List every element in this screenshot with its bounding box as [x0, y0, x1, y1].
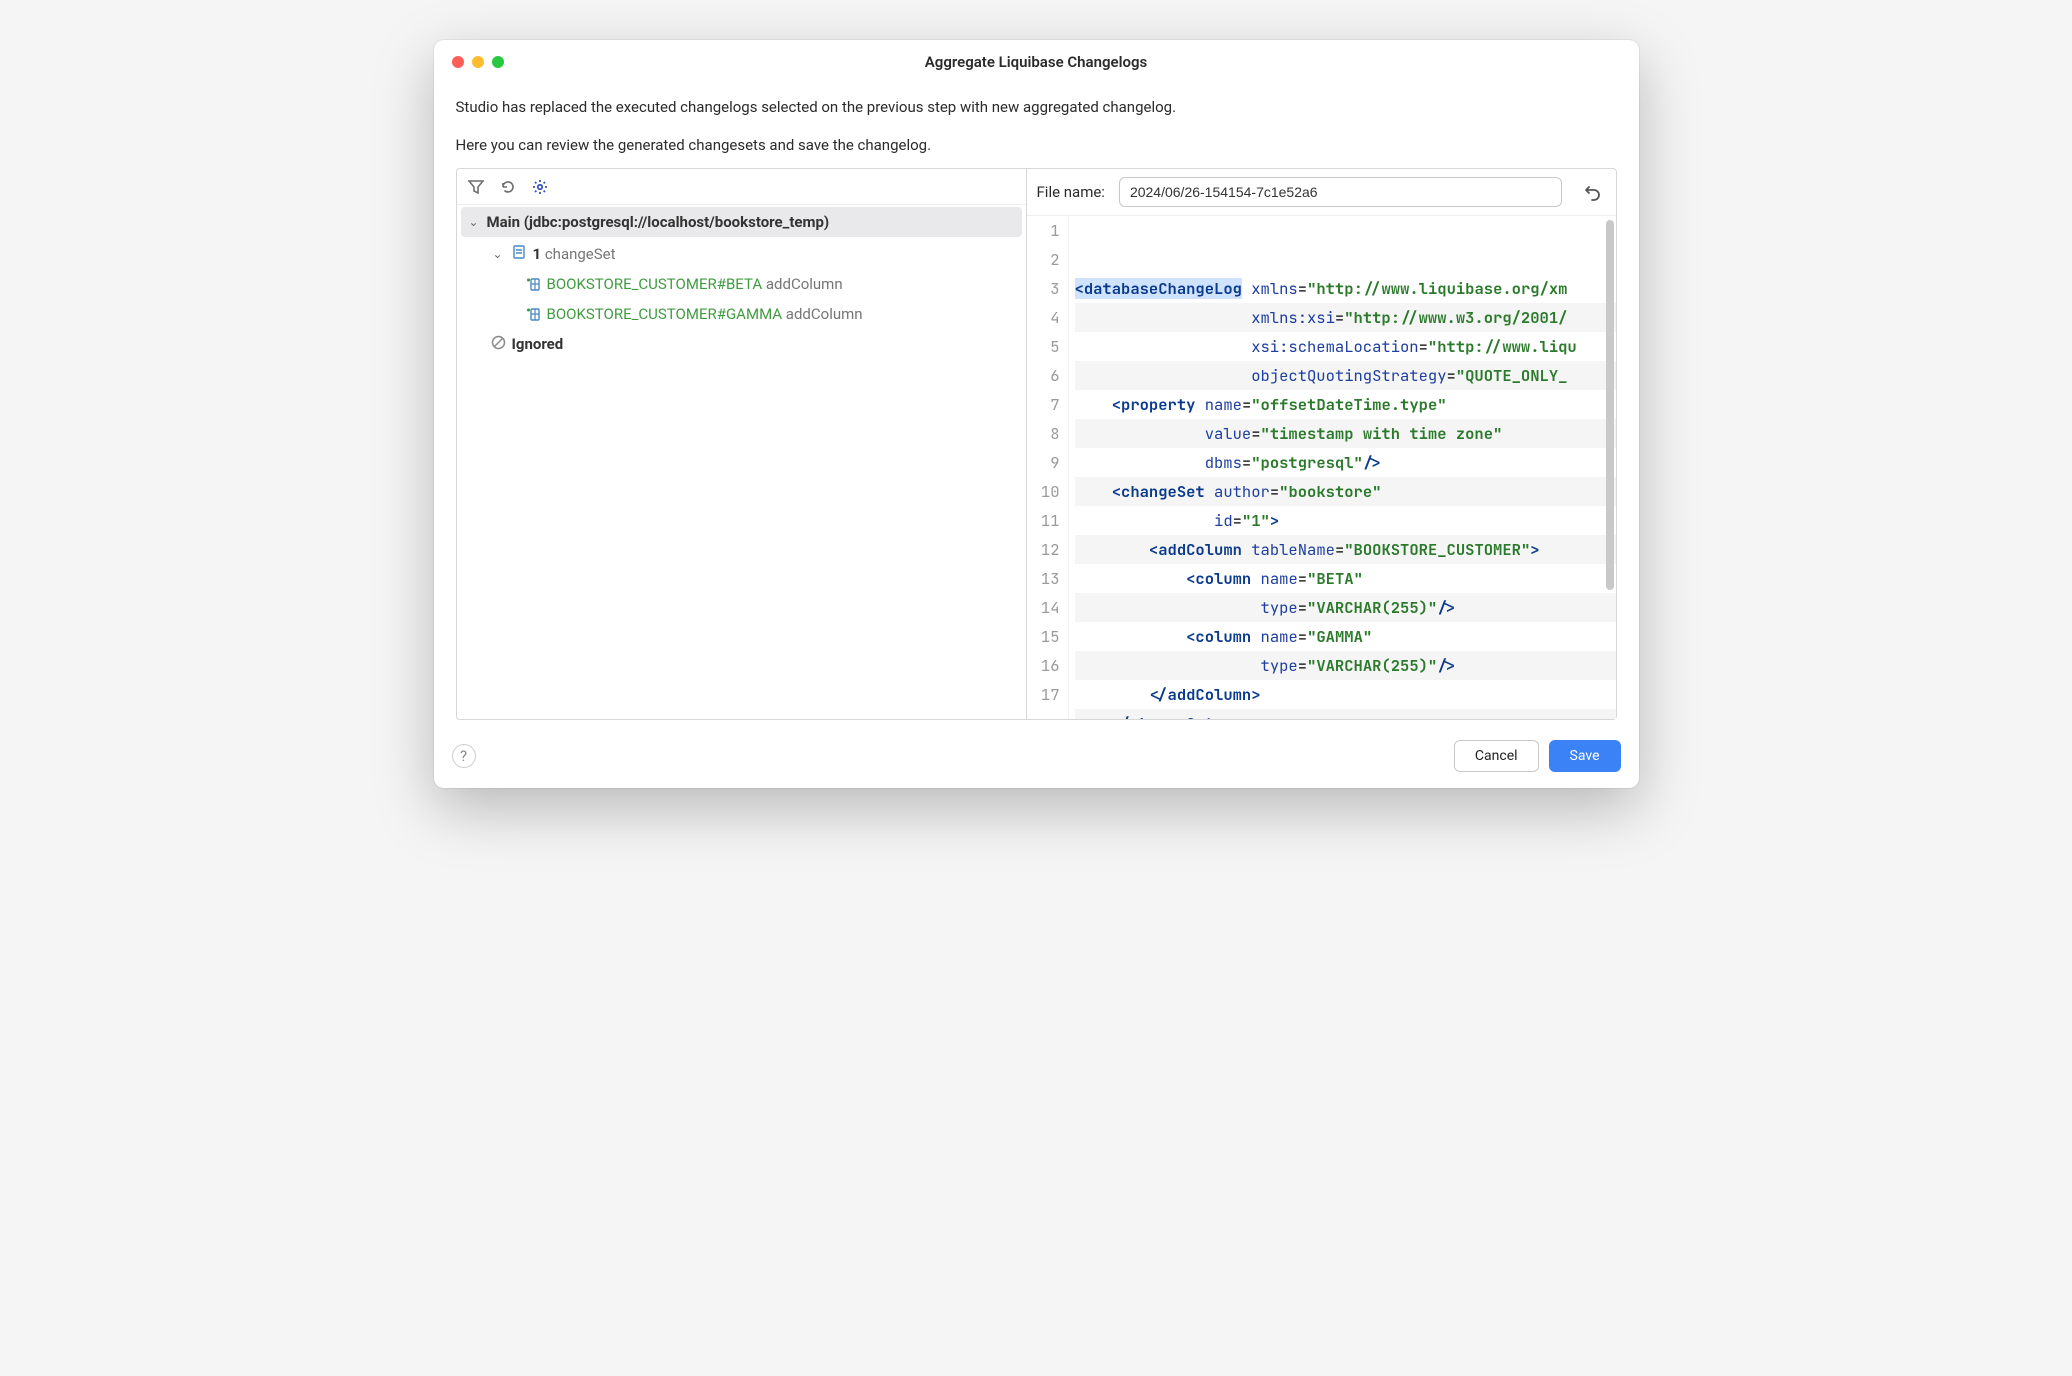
- code-line[interactable]: </changeSet>: [1075, 709, 1616, 719]
- dialog-window: Aggregate Liquibase Changelogs Studio ha…: [434, 40, 1639, 788]
- code-line[interactable]: type="VARCHAR(255)"/>: [1075, 593, 1616, 622]
- cancel-button[interactable]: Cancel: [1454, 740, 1539, 772]
- filter-icon[interactable]: [467, 178, 485, 196]
- tree-toolbar: [457, 169, 1026, 205]
- code-line[interactable]: </addColumn>: [1075, 680, 1616, 709]
- refresh-icon[interactable]: [499, 178, 517, 196]
- code-line[interactable]: dbms="postgresql"/>: [1075, 448, 1616, 477]
- titlebar: Aggregate Liquibase Changelogs: [434, 40, 1639, 84]
- minimize-icon[interactable]: [472, 56, 484, 68]
- code-area[interactable]: <databaseChangeLog xmlns="http://www.liq…: [1069, 216, 1616, 719]
- vertical-scrollbar[interactable]: [1606, 220, 1614, 590]
- add-column-icon: [525, 276, 541, 292]
- line-number: 6: [1027, 361, 1060, 390]
- line-number: 3: [1027, 274, 1060, 303]
- add-column-icon: [525, 306, 541, 322]
- ignored-icon: [491, 335, 506, 354]
- chevron-down-icon[interactable]: ⌄: [467, 215, 481, 229]
- ignored-label: Ignored: [512, 335, 564, 353]
- line-number: 14: [1027, 593, 1060, 622]
- document-icon: [511, 244, 527, 264]
- tree-changeset[interactable]: ⌄ 1 changeSet: [457, 239, 1026, 269]
- help-icon[interactable]: ?: [452, 744, 476, 768]
- code-line[interactable]: type="VARCHAR(255)"/>: [1075, 651, 1616, 680]
- code-line[interactable]: xmlns:xsi="http://www.w3.org/2001/: [1075, 303, 1616, 332]
- tree-ignored[interactable]: Ignored: [457, 329, 1026, 359]
- code-line[interactable]: <property name="offsetDateTime.type": [1075, 390, 1616, 419]
- line-number: 12: [1027, 535, 1060, 564]
- zoom-icon[interactable]: [492, 56, 504, 68]
- line-number: 1: [1027, 216, 1060, 245]
- line-number: 4: [1027, 303, 1060, 332]
- intro-line-1: Studio has replaced the executed changel…: [456, 98, 1617, 116]
- close-icon[interactable]: [452, 56, 464, 68]
- line-number: 13: [1027, 564, 1060, 593]
- tree-item-label: BOOKSTORE_CUSTOMER#GAMMA addColumn: [547, 305, 863, 323]
- chevron-down-icon[interactable]: ⌄: [491, 247, 505, 261]
- changeset-tree[interactable]: ⌄ Main (jdbc:postgresql://localhost/book…: [457, 205, 1026, 719]
- undo-icon[interactable]: [1576, 178, 1606, 206]
- code-line[interactable]: <column name="GAMMA": [1075, 622, 1616, 651]
- file-name-row: File name:: [1027, 169, 1616, 216]
- code-line[interactable]: objectQuotingStrategy="QUOTE_ONLY_: [1075, 361, 1616, 390]
- editor-pane: File name: 1234567891011121314151617 <da…: [1027, 169, 1616, 719]
- code-line[interactable]: <column name="BETA": [1075, 564, 1616, 593]
- intro-line-2: Here you can review the generated change…: [456, 136, 1617, 154]
- code-line[interactable]: value="timestamp with time zone": [1075, 419, 1616, 448]
- file-name-label: File name:: [1037, 183, 1105, 201]
- dialog-footer: ? Cancel Save: [434, 728, 1639, 788]
- line-number: 15: [1027, 622, 1060, 651]
- line-number: 17: [1027, 680, 1060, 709]
- code-line[interactable]: id="1">: [1075, 506, 1616, 535]
- code-line[interactable]: <databaseChangeLog xmlns="http://www.liq…: [1075, 274, 1616, 303]
- content-split: ⌄ Main (jdbc:postgresql://localhost/book…: [456, 168, 1617, 720]
- line-gutter: 1234567891011121314151617: [1027, 216, 1069, 719]
- line-number: 8: [1027, 419, 1060, 448]
- tree-item-label: BOOKSTORE_CUSTOMER#BETA addColumn: [547, 275, 843, 293]
- code-line[interactable]: xsi:schemaLocation="http://www.liqu: [1075, 332, 1616, 361]
- code-editor[interactable]: 1234567891011121314151617 <databaseChang…: [1027, 216, 1616, 719]
- tree-root[interactable]: ⌄ Main (jdbc:postgresql://localhost/book…: [461, 207, 1022, 237]
- line-number: 5: [1027, 332, 1060, 361]
- gear-icon[interactable]: [531, 178, 549, 196]
- tree-item[interactable]: BOOKSTORE_CUSTOMER#GAMMA addColumn: [457, 299, 1026, 329]
- traffic-lights: [434, 56, 504, 68]
- line-number: 16: [1027, 651, 1060, 680]
- tree-root-label: Main (jdbc:postgresql://localhost/bookst…: [487, 213, 830, 231]
- line-number: 11: [1027, 506, 1060, 535]
- line-number: 9: [1027, 448, 1060, 477]
- line-number: 7: [1027, 390, 1060, 419]
- code-line[interactable]: <changeSet author="bookstore": [1075, 477, 1616, 506]
- window-title: Aggregate Liquibase Changelogs: [434, 53, 1639, 71]
- changeset-label: 1 changeSet: [533, 245, 616, 263]
- tree-pane: ⌄ Main (jdbc:postgresql://localhost/book…: [457, 169, 1027, 719]
- file-name-input[interactable]: [1119, 177, 1562, 207]
- code-line[interactable]: <addColumn tableName="BOOKSTORE_CUSTOMER…: [1075, 535, 1616, 564]
- line-number: 10: [1027, 477, 1060, 506]
- tree-item[interactable]: BOOKSTORE_CUSTOMER#BETA addColumn: [457, 269, 1026, 299]
- line-number: 2: [1027, 245, 1060, 274]
- save-button[interactable]: Save: [1549, 740, 1621, 772]
